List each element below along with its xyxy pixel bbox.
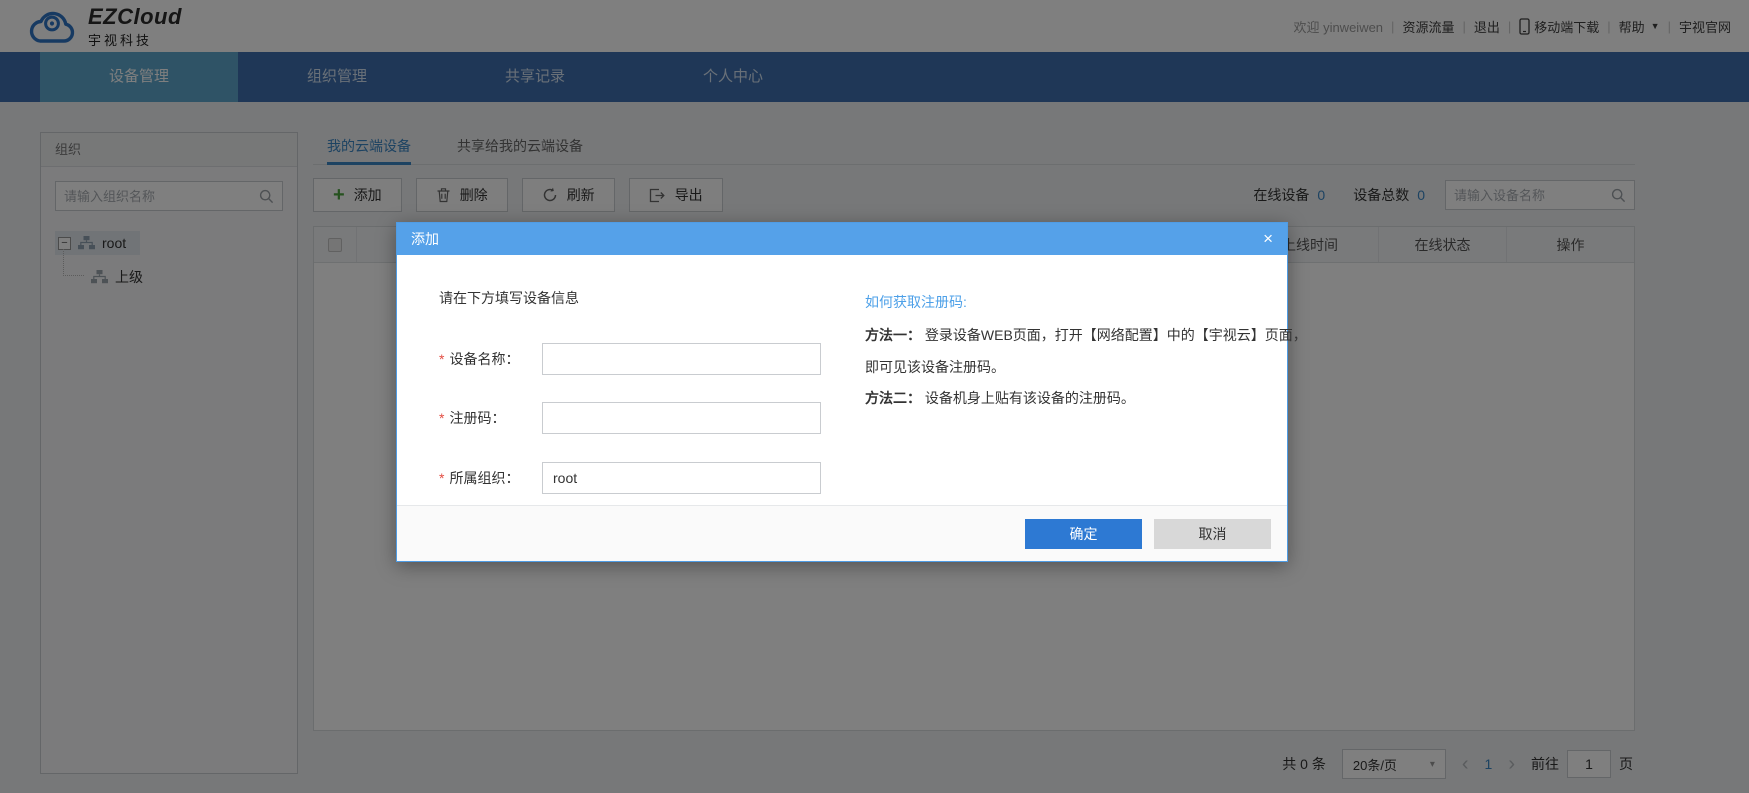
- add-device-dialog: 添加 × 请在下方填写设备信息 * 设备名称： * 注册码： * 所属组织： 如…: [396, 222, 1288, 562]
- help-method1-line2: 即可见该设备注册码。: [865, 357, 1005, 377]
- confirm-button[interactable]: 确定: [1025, 519, 1142, 549]
- device-name-label: 设备名称：: [449, 349, 519, 369]
- method2-bold: 方法二：: [865, 390, 921, 406]
- organization-input[interactable]: [542, 462, 821, 494]
- required-asterisk: *: [439, 410, 444, 426]
- dialog-intro-text: 请在下方填写设备信息: [439, 288, 579, 308]
- how-to-get-code-link[interactable]: 如何获取注册码:: [865, 292, 967, 312]
- register-code-label: 注册码：: [449, 408, 505, 428]
- required-asterisk: *: [439, 351, 444, 367]
- method2-text: 设备机身上贴有该设备的注册码。: [925, 390, 1135, 406]
- cancel-button[interactable]: 取消: [1154, 519, 1271, 549]
- help-method1-line1: 方法一： 登录设备WEB页面，打开【网络配置】中的【宇视云】页面，: [865, 325, 1307, 345]
- close-icon[interactable]: ×: [1263, 231, 1273, 247]
- field-organization: * 所属组织：: [439, 462, 519, 494]
- device-name-input[interactable]: [542, 343, 821, 375]
- field-register-code: * 注册码：: [439, 402, 505, 434]
- field-device-name: * 设备名称：: [439, 343, 519, 375]
- method1-bold: 方法一：: [865, 327, 921, 343]
- help-method2-line: 方法二： 设备机身上贴有该设备的注册码。: [865, 388, 1135, 408]
- dialog-footer: 确定 取消: [397, 505, 1287, 561]
- method1-text: 登录设备WEB页面，打开【网络配置】中的【宇视云】页面，: [925, 327, 1307, 343]
- register-code-input[interactable]: [542, 402, 821, 434]
- dialog-titlebar[interactable]: 添加 ×: [397, 223, 1287, 255]
- required-asterisk: *: [439, 470, 444, 486]
- dialog-body: 请在下方填写设备信息 * 设备名称： * 注册码： * 所属组织： 如何获取注册…: [397, 255, 1287, 505]
- organization-label: 所属组织：: [449, 468, 519, 488]
- dialog-title: 添加: [411, 229, 439, 249]
